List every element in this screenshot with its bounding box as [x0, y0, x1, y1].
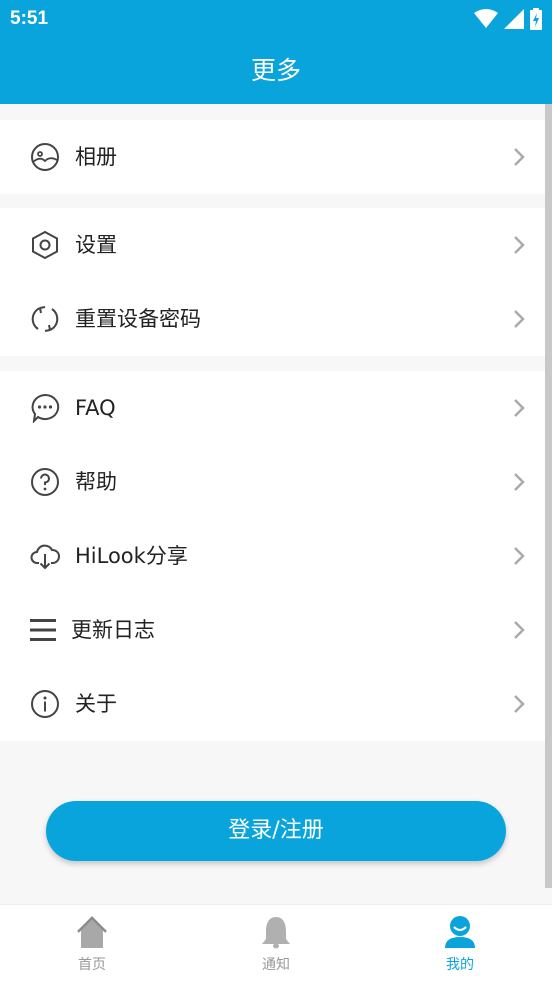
- menu-item-label: HiLook分享: [75, 544, 188, 568]
- scrollbar[interactable]: [545, 104, 552, 888]
- tab-home[interactable]: 首页: [0, 905, 184, 982]
- menu-item-album[interactable]: 相册: [0, 120, 545, 194]
- chevron-right-icon: [514, 399, 525, 417]
- menu-group-settings: 设置 重置设备密码: [0, 208, 545, 356]
- menu-item-label: 关于: [75, 692, 117, 716]
- menu-item-share[interactable]: HiLook分享: [0, 519, 545, 593]
- menu-item-help[interactable]: 帮助: [0, 445, 545, 519]
- tab-profile[interactable]: 我的: [368, 905, 552, 982]
- chevron-right-icon: [514, 547, 525, 565]
- profile-icon: [445, 916, 475, 948]
- menu-item-label: 更新日志: [71, 618, 155, 642]
- menu-item-label: FAQ: [75, 396, 116, 420]
- tab-notifications[interactable]: 通知: [184, 905, 368, 982]
- menu-group-support: FAQ 帮助 HiLook分享 更新日志 关于: [0, 371, 545, 741]
- faq-icon: [31, 393, 60, 423]
- tab-label: 通知: [262, 957, 290, 973]
- bottom-tab-bar: 首页 通知 我的: [0, 904, 552, 982]
- chevron-right-icon: [514, 236, 525, 254]
- login-register-button[interactable]: 登录/注册: [46, 801, 506, 861]
- wifi-icon: [474, 9, 498, 28]
- menu-group-album: 相册: [0, 120, 545, 194]
- menu-item-label: 重置设备密码: [75, 307, 201, 331]
- help-icon: [31, 468, 59, 496]
- menu-item-settings[interactable]: 设置: [0, 208, 545, 282]
- tab-label: 我的: [446, 957, 474, 973]
- tab-label: 首页: [78, 957, 106, 973]
- menu-list-icon: [30, 619, 56, 641]
- menu-item-reset-password[interactable]: 重置设备密码: [0, 282, 545, 356]
- chevron-right-icon: [514, 473, 525, 491]
- bell-icon: [262, 917, 290, 949]
- info-icon: [31, 690, 59, 718]
- chevron-right-icon: [514, 148, 525, 166]
- reset-icon: [31, 306, 59, 332]
- menu-item-faq[interactable]: FAQ: [0, 371, 545, 445]
- chevron-right-icon: [514, 310, 525, 328]
- status-bar: 5:51: [0, 0, 552, 38]
- menu-item-label: 相册: [75, 145, 117, 169]
- menu-item-label: 帮助: [75, 470, 117, 494]
- battery-icon: [530, 8, 542, 30]
- status-time: 5:51: [10, 8, 49, 29]
- app-bar: 更多: [0, 38, 552, 104]
- chevron-right-icon: [514, 695, 525, 713]
- status-icons: [474, 8, 542, 30]
- menu-item-about[interactable]: 关于: [0, 667, 545, 741]
- cloud-download-icon: [30, 544, 60, 570]
- page-title: 更多: [250, 56, 301, 85]
- album-icon: [31, 143, 59, 171]
- settings-icon: [32, 230, 58, 260]
- menu-item-label: 设置: [75, 233, 117, 257]
- chevron-right-icon: [514, 621, 525, 639]
- home-icon: [77, 916, 107, 948]
- signal-icon: [504, 9, 524, 29]
- menu-item-changelog[interactable]: 更新日志: [0, 593, 545, 667]
